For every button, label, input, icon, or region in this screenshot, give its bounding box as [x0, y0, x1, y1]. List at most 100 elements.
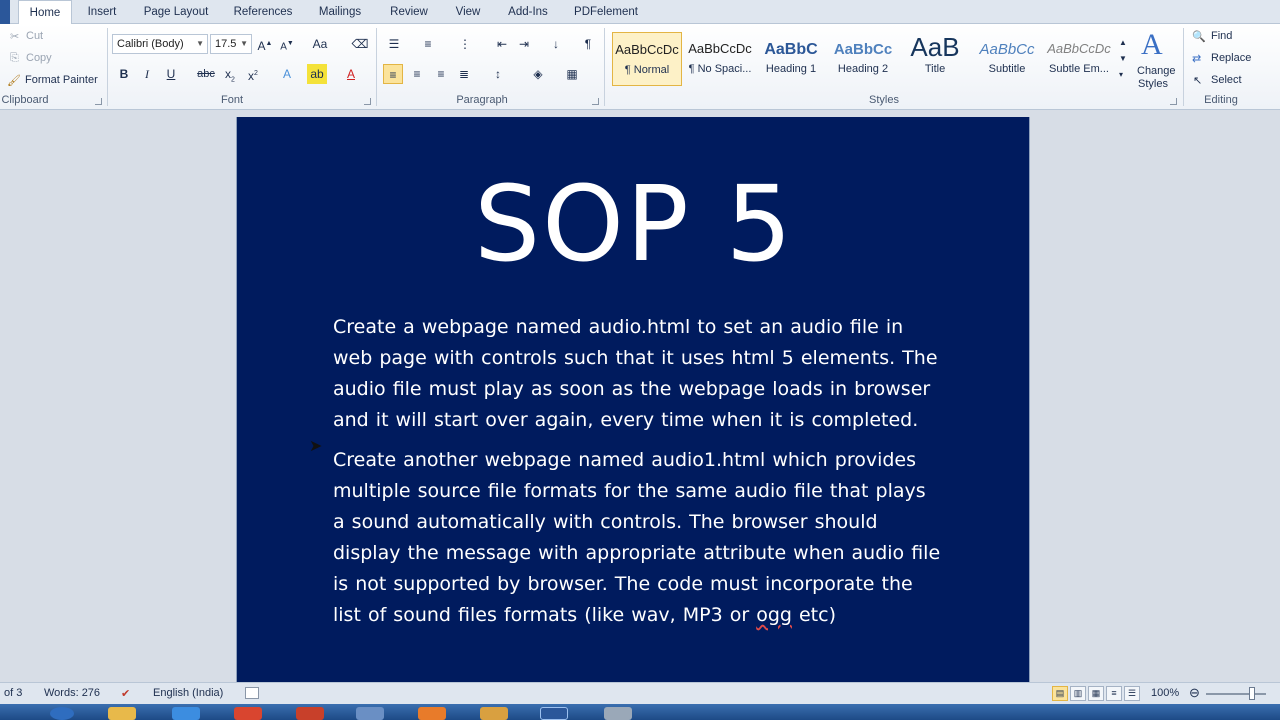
macro-record-icon[interactable] — [245, 687, 259, 699]
decrease-indent-icon[interactable]: ⇤ — [492, 34, 512, 54]
file-tab-edge[interactable] — [0, 0, 10, 24]
style-preview: AaBbC — [764, 41, 818, 58]
outline-view-icon[interactable]: ≡ — [1106, 686, 1122, 701]
font-color-icon[interactable]: A — [341, 64, 361, 84]
app-icon[interactable] — [480, 707, 508, 720]
change-styles-button-line2[interactable]: Styles — [1138, 78, 1168, 90]
tab-add-ins[interactable]: Add-Ins — [502, 0, 554, 24]
change-case-icon[interactable]: Aa — [310, 34, 330, 54]
zoom-slider-thumb[interactable] — [1249, 687, 1255, 700]
style-heading-1[interactable]: AaBbC Heading 1 — [756, 32, 826, 86]
web-layout-icon[interactable]: ▦ — [1088, 686, 1104, 701]
full-screen-reading-icon[interactable]: ▥ — [1070, 686, 1086, 701]
style-no-spacing[interactable]: AaBbCcDc ¶ No Spaci... — [685, 32, 755, 86]
tab-mailings[interactable]: Mailings — [312, 0, 368, 24]
grow-font-icon[interactable]: A▲ — [255, 34, 275, 54]
paragraph-launcher-icon[interactable] — [592, 98, 599, 105]
find-icon: 🔍 — [1192, 31, 1206, 43]
app-icon[interactable] — [604, 707, 632, 720]
style-preview: AaBbCcDc — [615, 42, 679, 57]
style-subtitle[interactable]: AaBbCc Subtitle — [972, 32, 1042, 86]
start-button-icon[interactable] — [50, 707, 74, 720]
select-button[interactable]: Select — [1211, 74, 1242, 86]
word-icon[interactable] — [540, 707, 568, 720]
borders-icon[interactable]: ▦ — [562, 64, 582, 84]
highlight-icon[interactable]: ab — [307, 64, 327, 84]
proofing-icon[interactable]: ✔ — [121, 687, 130, 700]
strikethrough-icon[interactable]: abc — [196, 64, 216, 84]
group-divider — [376, 28, 377, 106]
zoom-out-icon[interactable]: ⊖ — [1189, 685, 1200, 701]
chevron-down-icon: ▼ — [196, 39, 204, 48]
shading-icon[interactable]: ◈ — [528, 64, 548, 84]
text-effects-icon[interactable]: A — [277, 64, 297, 84]
zoom-slider[interactable] — [1206, 693, 1266, 695]
word-count[interactable]: Words: 276 — [44, 687, 100, 699]
multilevel-list-icon[interactable]: ⋮ — [455, 34, 475, 54]
copy-button[interactable]: Copy — [26, 52, 52, 64]
chrome-icon[interactable] — [234, 707, 262, 720]
browser-icon[interactable] — [172, 707, 200, 720]
font-launcher-icon[interactable] — [364, 98, 371, 105]
style-heading-2[interactable]: AaBbCc Heading 2 — [828, 32, 898, 86]
language-indicator[interactable]: English (India) — [153, 687, 223, 699]
style-subtle-emphasis[interactable]: AaBbCcDc Subtle Em... — [1044, 32, 1114, 86]
numbering-icon[interactable]: ≡ — [418, 34, 438, 54]
align-left-icon[interactable]: ≡ — [383, 64, 403, 84]
change-styles-icon[interactable]: A — [1141, 28, 1163, 62]
bold-icon[interactable]: B — [114, 64, 134, 84]
document-area[interactable]: SOP 5 Create a webpage named audio.html … — [0, 110, 1280, 687]
style-preview: AaBbCc — [833, 41, 893, 58]
font-family-select[interactable]: Calibri (Body) ▼ — [112, 34, 208, 54]
format-painter-button[interactable]: Format Painter — [25, 74, 98, 86]
styles-scroll-up-icon[interactable]: ▲ — [1119, 38, 1127, 47]
increase-indent-icon[interactable]: ⇥ — [514, 34, 534, 54]
shrink-font-icon[interactable]: A▼ — [277, 34, 297, 54]
draft-view-icon[interactable]: ☰ — [1124, 686, 1140, 701]
replace-button[interactable]: Replace — [1211, 52, 1251, 64]
font-size-select[interactable]: 17.5 ▼ — [210, 34, 252, 54]
app-icon[interactable] — [356, 707, 384, 720]
firefox-icon[interactable] — [418, 707, 446, 720]
tab-review[interactable]: Review — [384, 0, 434, 24]
line-spacing-icon[interactable]: ↕ — [488, 64, 508, 84]
tab-pdfelement[interactable]: PDFelement — [570, 0, 642, 24]
bullets-icon[interactable]: ☰ — [384, 34, 404, 54]
change-styles-button[interactable]: Change — [1137, 65, 1176, 77]
tab-references[interactable]: References — [228, 0, 298, 24]
subscript-icon[interactable]: x2 — [220, 64, 240, 84]
styles-more-icon[interactable]: ▾ — [1119, 70, 1123, 79]
ribbon-tabs: Home Insert Page Layout References Maili… — [0, 0, 1280, 25]
underline-icon[interactable]: U — [161, 64, 181, 84]
tab-page-layout[interactable]: Page Layout — [138, 0, 214, 24]
select-icon: ↖ — [1193, 75, 1203, 87]
style-name: ¶ No Spaci... — [688, 63, 752, 75]
chevron-down-icon: ▼ — [240, 39, 248, 48]
style-title[interactable]: AaB Title — [900, 32, 970, 86]
document-page[interactable]: SOP 5 Create a webpage named audio.html … — [236, 117, 1030, 687]
zoom-level[interactable]: 100% — [1151, 687, 1179, 699]
cut-icon: ✂ — [10, 31, 20, 43]
tab-home[interactable]: Home — [18, 0, 72, 25]
tab-insert[interactable]: Insert — [80, 0, 124, 24]
file-explorer-icon[interactable] — [108, 707, 136, 720]
tab-view[interactable]: View — [450, 0, 486, 24]
cut-button[interactable]: Cut — [26, 30, 43, 42]
superscript-icon[interactable]: x2 — [243, 64, 263, 84]
find-button[interactable]: Find — [1211, 30, 1232, 42]
align-center-icon[interactable]: ≡ — [407, 64, 427, 84]
italic-icon[interactable]: I — [137, 64, 157, 84]
page-count[interactable]: of 3 — [4, 687, 22, 699]
align-right-icon[interactable]: ≡ — [431, 64, 451, 84]
sort-icon[interactable]: ↓ — [546, 34, 566, 54]
style-name: Title — [924, 63, 946, 75]
styles-launcher-icon[interactable] — [1170, 98, 1177, 105]
print-layout-view-icon[interactable]: ▤ — [1052, 686, 1068, 701]
clipboard-launcher-icon[interactable] — [95, 98, 102, 105]
justify-icon[interactable]: ≣ — [454, 64, 474, 84]
clear-formatting-icon[interactable]: ⌫ — [350, 34, 370, 54]
style-normal[interactable]: AaBbCcDc ¶ Normal — [612, 32, 682, 86]
show-marks-icon[interactable]: ¶ — [578, 34, 598, 54]
app-icon[interactable] — [296, 707, 324, 720]
styles-scroll-down-icon[interactable]: ▼ — [1119, 54, 1127, 63]
